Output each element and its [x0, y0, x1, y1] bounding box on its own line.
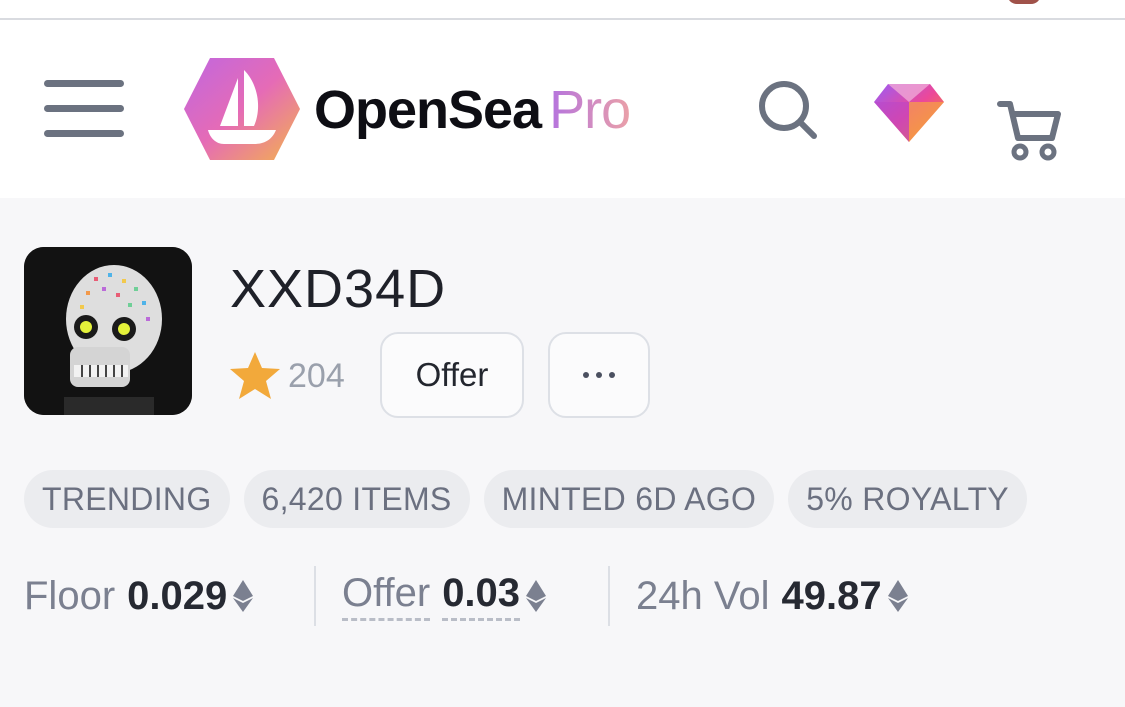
offer-button[interactable]: Offer: [380, 332, 524, 418]
top-nav: OpenSea Pro: [0, 20, 1125, 198]
eth-icon: [526, 580, 547, 612]
more-options-button[interactable]: [548, 332, 650, 418]
volume-value: 49.87: [781, 573, 882, 618]
search-icon[interactable]: [756, 78, 820, 142]
eth-icon: [887, 580, 908, 612]
stat-volume: 24h Vol 49.87: [636, 566, 908, 626]
offer-value[interactable]: 0.03: [442, 571, 521, 621]
offer-label[interactable]: Offer: [342, 571, 431, 621]
stat-divider: [608, 566, 610, 626]
status-strip: [0, 0, 1125, 20]
gem-icon[interactable]: [872, 82, 946, 144]
eth-icon: [233, 580, 254, 612]
tag-items[interactable]: 6,420 ITEMS: [243, 470, 470, 528]
tag-trending[interactable]: TRENDING: [24, 470, 230, 528]
floor-value: 0.029: [127, 573, 228, 618]
stat-offer[interactable]: Offer 0.03: [342, 566, 547, 626]
collection-title: XXD34D: [230, 259, 447, 319]
ellipsis-icon: [583, 372, 615, 378]
collection-tags: TRENDING 6,420 ITEMS MINTED 6D AGO 5% RO…: [24, 470, 1027, 528]
opensea-logo[interactable]: [182, 56, 302, 162]
volume-label: 24h Vol: [636, 573, 770, 618]
floor-label: Floor: [24, 573, 116, 618]
brand-suffix: Pro: [549, 80, 631, 140]
tag-royalty[interactable]: 5% ROYALTY: [788, 470, 1027, 528]
favorites-count: 204: [288, 357, 345, 395]
brand-wordmark: OpenSea Pro: [314, 78, 631, 142]
status-indicator: [1007, 0, 1041, 4]
cart-icon[interactable]: [996, 96, 1062, 162]
brand-name: OpenSea: [314, 80, 542, 140]
tag-minted[interactable]: MINTED 6D AGO: [483, 470, 775, 528]
menu-icon[interactable]: [44, 80, 126, 138]
stat-divider: [314, 566, 316, 626]
stat-floor: Floor 0.029: [24, 566, 254, 626]
star-icon[interactable]: [228, 350, 282, 402]
collection-avatar: [24, 247, 192, 415]
